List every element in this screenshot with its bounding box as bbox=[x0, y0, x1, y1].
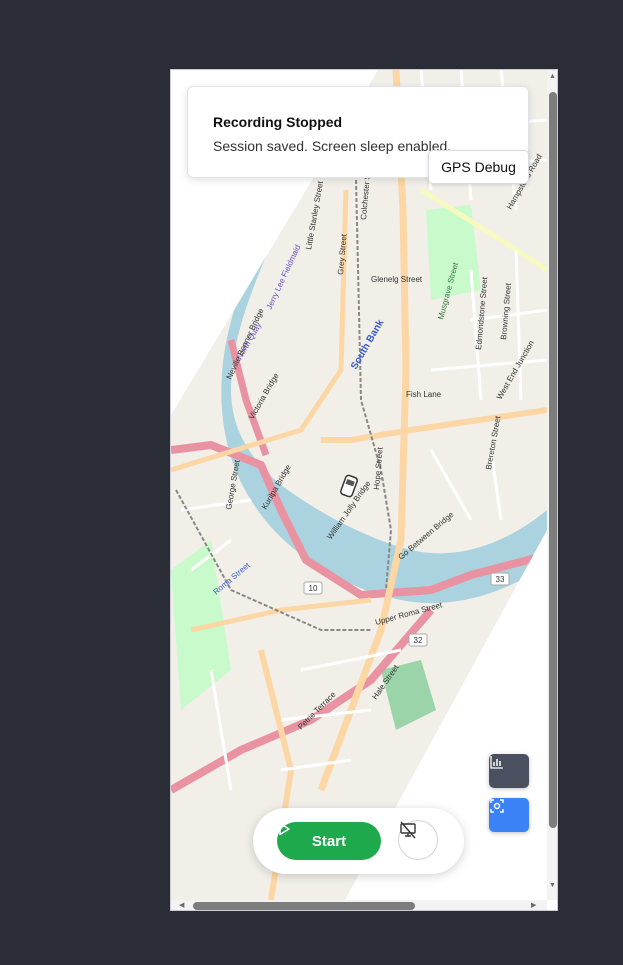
gps-debug-button[interactable]: GPS Debug bbox=[428, 150, 529, 184]
scroll-up-icon[interactable]: ▲ bbox=[549, 73, 556, 80]
toast-title: Recording Stopped bbox=[213, 114, 343, 130]
monitor-off-icon bbox=[400, 821, 416, 839]
svg-text:32: 32 bbox=[414, 636, 423, 645]
road-shield: 32 bbox=[408, 633, 428, 647]
recording-controls: Start bbox=[253, 808, 464, 874]
start-button[interactable]: Start bbox=[277, 822, 381, 860]
app-frame: 33 32 10 Little Stanley Street Grey Stre… bbox=[170, 69, 558, 911]
street-label: Glenelg Street bbox=[371, 275, 423, 284]
stats-button[interactable] bbox=[489, 754, 529, 788]
road-shield: 33 bbox=[490, 572, 510, 586]
horizontal-scroll-thumb[interactable] bbox=[193, 902, 415, 910]
scroll-down-icon[interactable]: ▼ bbox=[549, 882, 556, 889]
scroll-left-icon[interactable]: ◀ bbox=[179, 902, 184, 909]
svg-text:33: 33 bbox=[496, 575, 505, 584]
vertical-scrollbar[interactable]: ▲ ▼ bbox=[547, 70, 557, 900]
horizontal-scrollbar[interactable]: ◀ ▶ bbox=[171, 900, 547, 910]
bar-chart-icon bbox=[490, 756, 503, 769]
road-shield: 10 bbox=[303, 581, 323, 595]
scroll-right-icon[interactable]: ▶ bbox=[531, 902, 536, 909]
street-label: Fish Lane bbox=[406, 390, 442, 399]
start-label: Start bbox=[311, 832, 347, 850]
vertical-scroll-thumb[interactable] bbox=[549, 92, 557, 828]
svg-text:10: 10 bbox=[309, 584, 318, 593]
screen-sleep-button[interactable] bbox=[398, 820, 438, 860]
play-icon bbox=[279, 822, 290, 836]
focus-locate-icon bbox=[490, 799, 504, 813]
focus-button[interactable] bbox=[489, 798, 529, 832]
map-viewport[interactable]: 33 32 10 Little Stanley Street Grey Stre… bbox=[171, 70, 547, 900]
toast-message: Session saved. Screen sleep enabled. bbox=[213, 138, 452, 154]
